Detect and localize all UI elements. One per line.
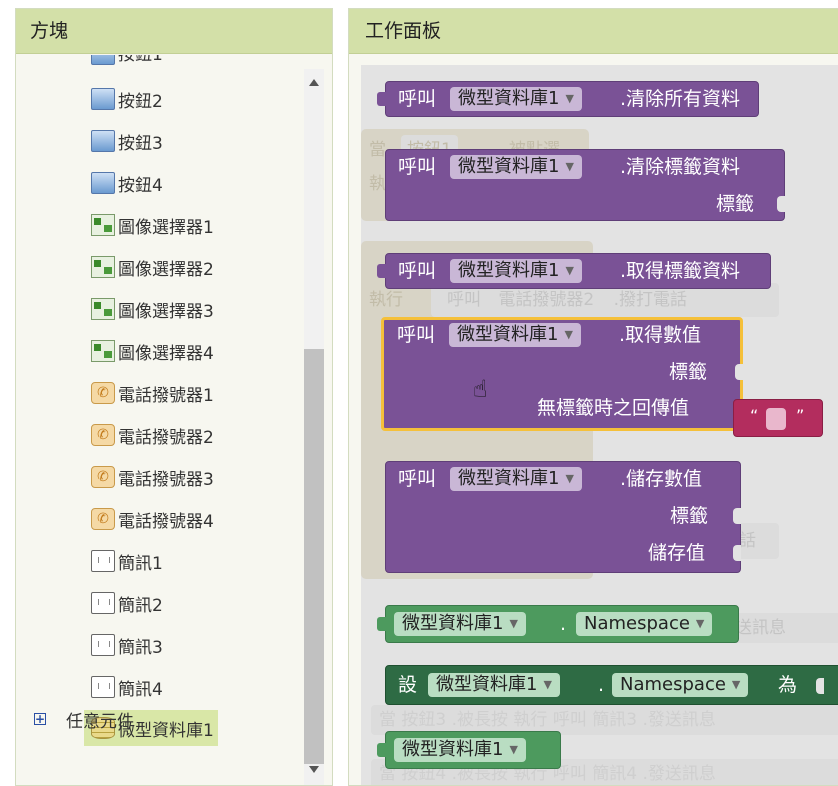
tag-socket[interactable] [777,196,785,212]
tree-item-sms2[interactable]: 簡訊2 [91,586,163,620]
sms-icon [91,634,115,656]
component-dropdown[interactable]: 微型資料庫1 ▼ [394,612,526,636]
phone-icon: ✆ [91,508,115,530]
tree-item-image-picker3[interactable]: 圖像選擇器3 [91,292,214,326]
block-namespace-getter[interactable]: 微型資料庫1 ▼ . Namespace ▼ [377,605,739,643]
button-icon [91,88,115,110]
phone-icon: ✆ [91,382,115,404]
tree-item-sms4[interactable]: 簡訊4 [91,670,163,704]
tree-item-phone3[interactable]: ✆ 電話撥號器3 [91,460,214,494]
expand-icon[interactable]: + [34,713,46,725]
value-socket[interactable] [733,545,741,561]
button-icon [91,55,115,65]
tree-item-sms3[interactable]: 簡訊3 [91,628,163,662]
image-picker-icon [91,298,115,320]
tree-item-image-picker1[interactable]: 圖像選擇器1 [91,208,214,242]
component-dropdown[interactable]: 微型資料庫1 ▼ [428,673,560,697]
block-get-tags[interactable]: 呼叫 微型資料庫1 ▼ .取得標籤資料 [377,253,771,289]
tree-item-button3[interactable]: 按鈕3 [91,124,163,158]
scroll-thumb[interactable] [304,349,324,764]
property-dropdown[interactable]: Namespace ▼ [612,673,749,697]
workspace-panel: 工作面板 當 按鈕1 被點選 執行 執行 呼叫 電話撥號器2 .撥打電話 話 送… [348,8,838,786]
blocks-panel-title: 方塊 [16,9,332,54]
block-get-value[interactable]: 呼叫 微型資料庫1 ▼ .取得數值 標籤 無標籤時之回傳值 [381,317,743,431]
sms-icon [91,676,115,698]
blocks-tree: 按鈕1 按鈕2 按鈕3 按鈕4 圖像選擇器1 圖像選擇器2 圖像選擇器3 圖像選… [16,55,302,785]
workspace-title: 工作面板 [349,9,838,54]
scroll-down-icon[interactable] [309,766,319,773]
tree-scrollbar[interactable] [304,69,324,785]
string-input[interactable] [766,408,786,430]
value-socket[interactable] [816,678,824,694]
component-dropdown[interactable]: 微型資料庫1 ▼ [450,155,582,179]
image-picker-icon [91,340,115,362]
blocks-workspace[interactable]: 當 按鈕1 被點選 執行 執行 呼叫 電話撥號器2 .撥打電話 話 送訊息 當 … [361,65,838,785]
tree-item-button1[interactable]: 按鈕1 [91,55,163,65]
phone-icon: ✆ [91,466,115,488]
image-picker-icon [91,214,115,236]
ghost-call-tail: 話 [735,523,779,559]
empty-string-block[interactable]: “ ” [733,399,823,437]
tree-item-image-picker4[interactable]: 圖像選擇器4 [91,334,214,368]
blocks-panel: 方塊 按鈕1 按鈕2 按鈕3 按鈕4 圖像選擇器1 圖像選擇器2 圖像選擇器3 [15,8,333,786]
button-icon [91,172,115,194]
button-icon [91,130,115,152]
hand-cursor-icon: ☝ [473,375,488,403]
block-clear-all[interactable]: 呼叫 微型資料庫1 ▼ .清除所有資料 [377,81,759,117]
tag-socket[interactable] [733,508,741,524]
property-dropdown[interactable]: Namespace ▼ [576,612,713,636]
image-picker-icon [91,256,115,278]
ghost-send: 送訊息 [731,613,838,643]
tree-item-sms1[interactable]: 簡訊1 [91,544,163,578]
scroll-up-icon[interactable] [309,79,319,86]
block-store-value[interactable]: 呼叫 微型資料庫1 ▼ .儲存數值 標籤 儲存值 [385,461,741,573]
tree-item-any-component[interactable]: + 任意元件 [34,705,134,733]
tree-item-button2[interactable]: 按鈕2 [91,82,163,116]
component-dropdown[interactable]: 微型資料庫1 ▼ [450,259,582,283]
tree-item-image-picker2[interactable]: 圖像選擇器2 [91,250,214,284]
phone-icon: ✆ [91,424,115,446]
component-dropdown[interactable]: 微型資料庫1 ▼ [450,467,582,491]
component-dropdown[interactable]: 微型資料庫1 ▼ [449,323,581,347]
component-dropdown[interactable]: 微型資料庫1 ▼ [450,87,582,111]
sms-icon [91,592,115,614]
block-namespace-setter[interactable]: 設 微型資料庫1 ▼ . Namespace ▼ 為 [385,665,838,705]
component-dropdown[interactable]: 微型資料庫1 ▼ [394,738,526,762]
block-clear-tag[interactable]: 呼叫 微型資料庫1 ▼ .清除標籤資料 標籤 [385,149,785,221]
tree-item-phone4[interactable]: ✆ 電話撥號器4 [91,502,214,536]
tree-item-button4[interactable]: 按鈕4 [91,166,163,200]
tree-item-phone2[interactable]: ✆ 電話撥號器2 [91,418,214,452]
tag-socket[interactable] [735,364,743,380]
sms-icon [91,550,115,572]
tree-item-phone1[interactable]: ✆ 電話撥號器1 [91,376,214,410]
block-component-getter[interactable]: 微型資料庫1 ▼ [377,731,561,769]
